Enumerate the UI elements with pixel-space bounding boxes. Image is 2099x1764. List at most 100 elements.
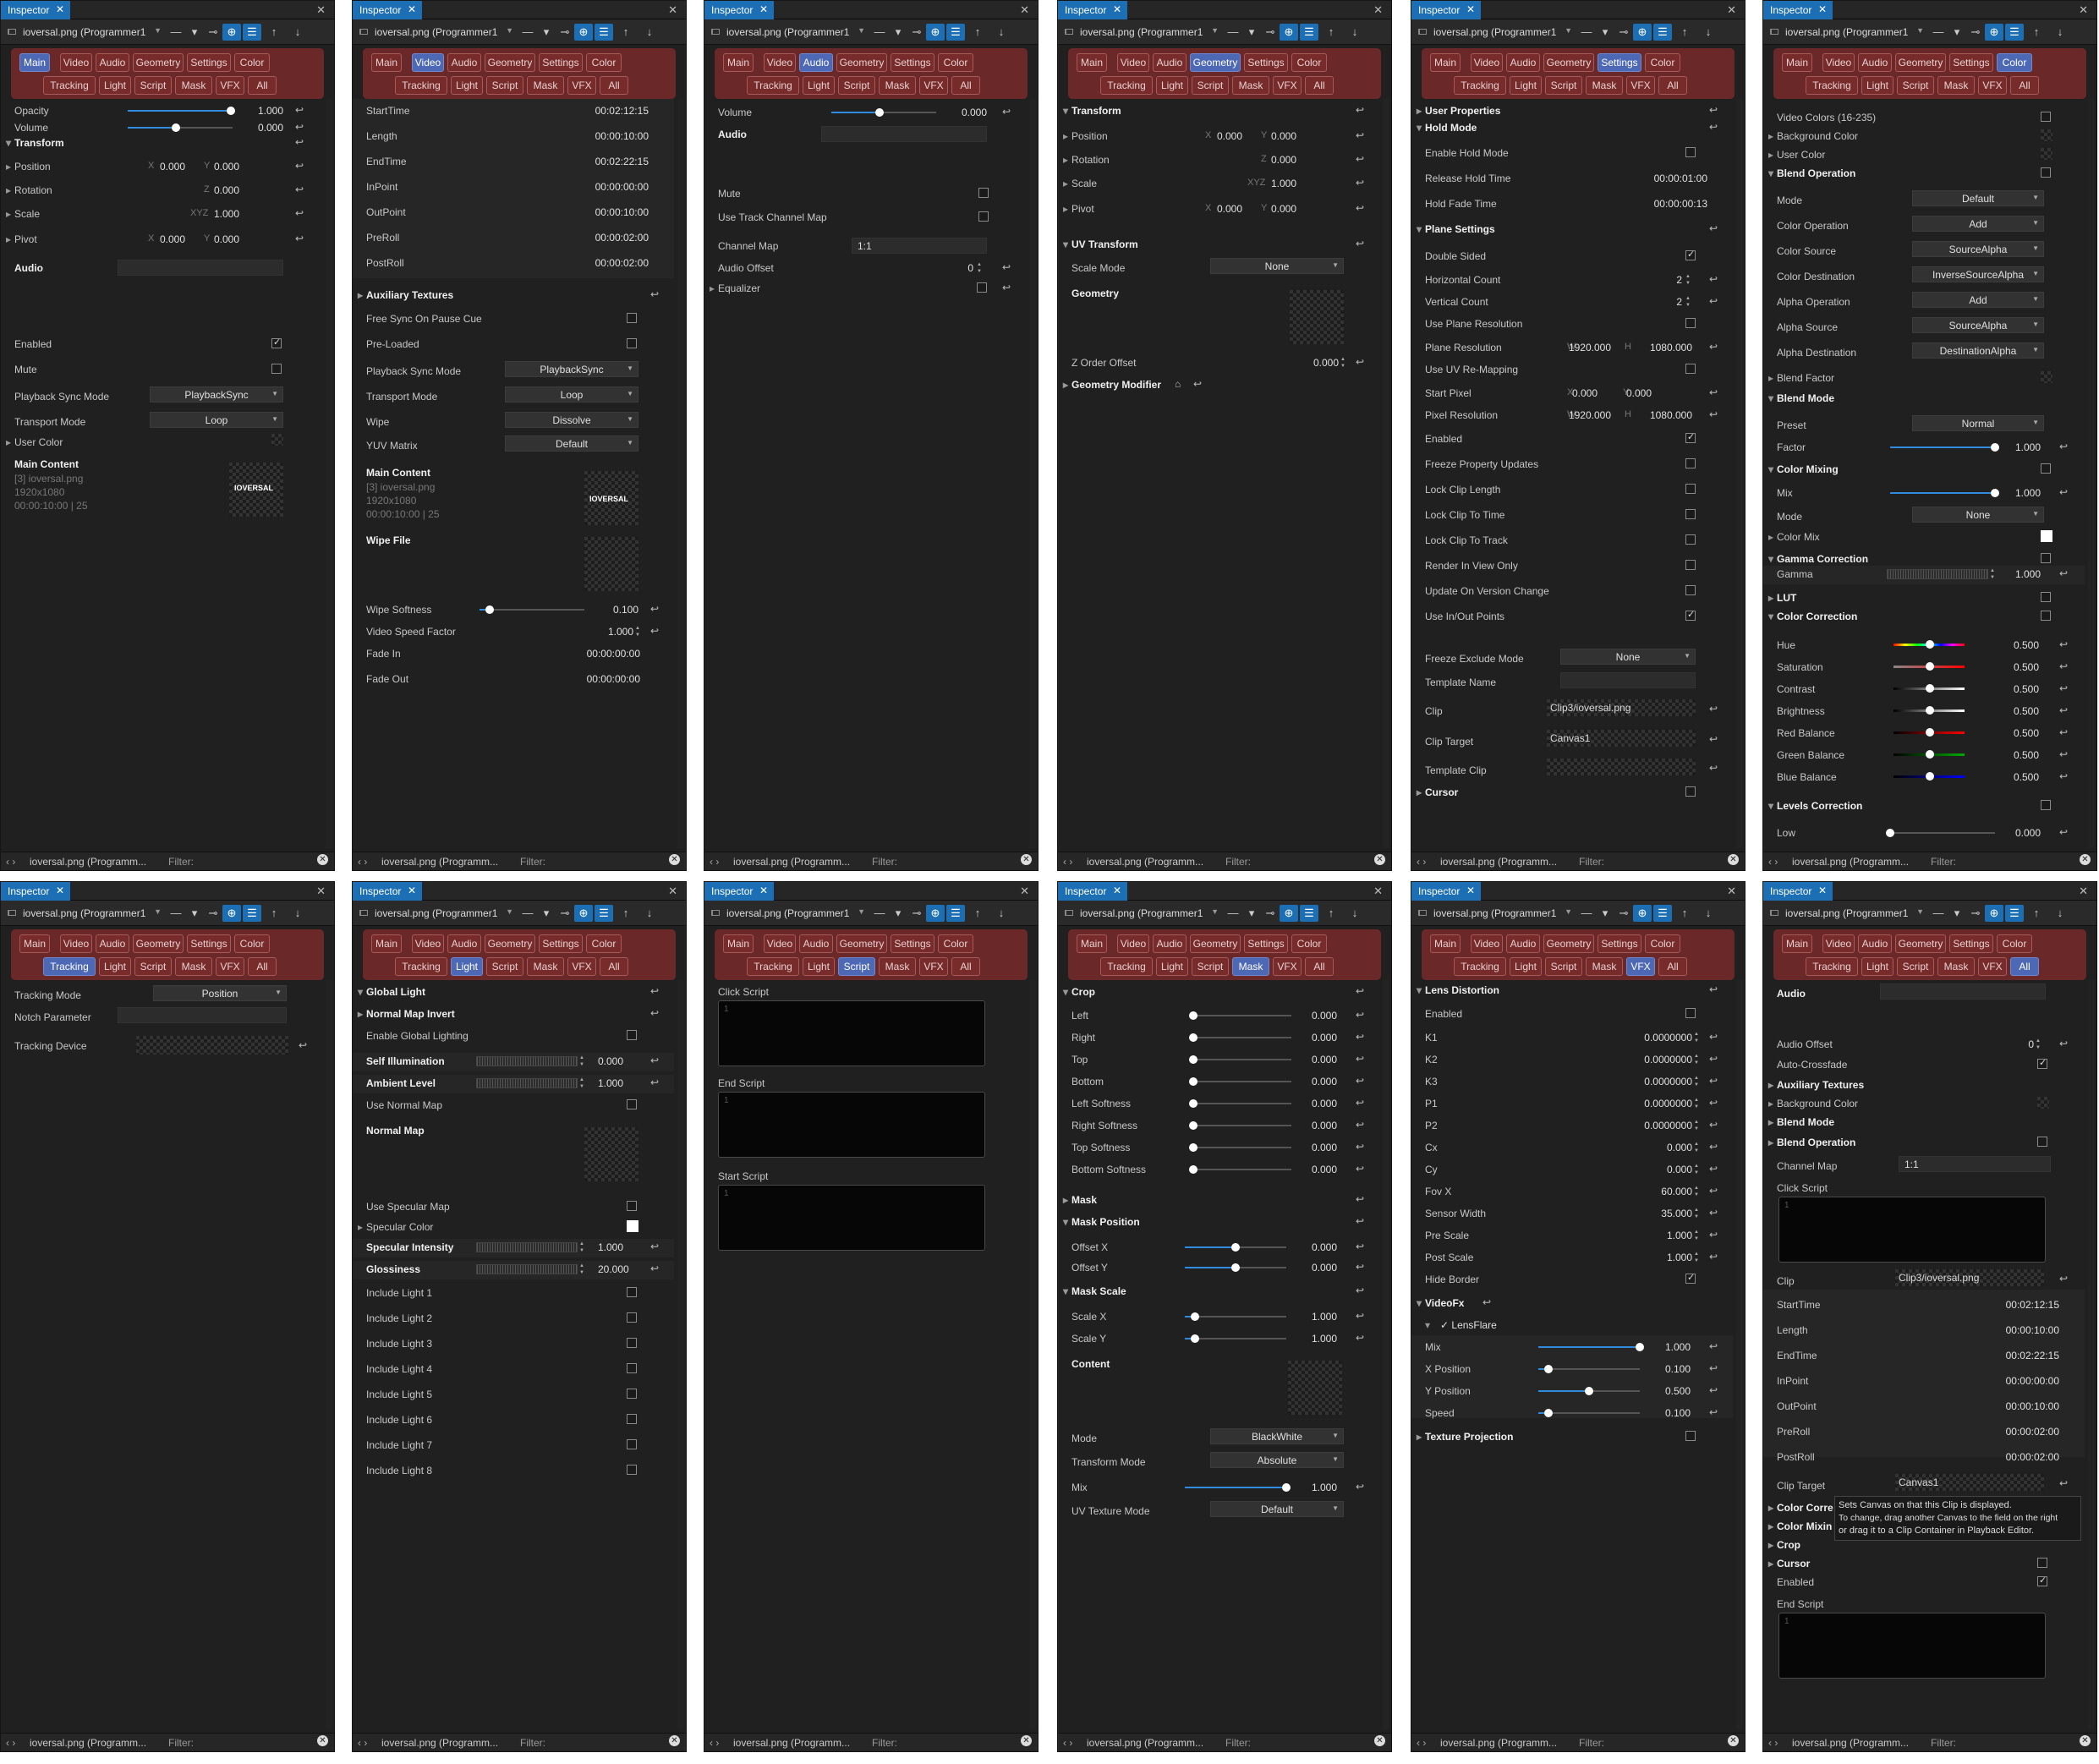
prop-value[interactable]: 0.000 xyxy=(1269,1098,1337,1109)
minus-icon[interactable]: — xyxy=(870,24,889,41)
tab-vfx[interactable]: VFX xyxy=(1626,957,1655,976)
prop-value[interactable]: 0.0000000 xyxy=(1606,1098,1692,1109)
prop-value[interactable]: 1.000 xyxy=(1970,568,2041,580)
target-icon[interactable]: ⊕ xyxy=(1280,905,1298,922)
chevron-down-icon[interactable]: ▾ xyxy=(185,905,204,922)
prop-value[interactable]: 00:00:02:00 xyxy=(1975,1426,2059,1438)
reset-icon[interactable]: ↩ xyxy=(1356,1163,1364,1175)
reset-icon[interactable]: ↩ xyxy=(1002,106,1011,118)
close-window-icon[interactable]: ✕ xyxy=(1727,885,1736,898)
prop-value[interactable]: 00:02:12:15 xyxy=(1975,1299,2059,1311)
tab-vfx[interactable]: VFX xyxy=(1978,76,2007,95)
tab-geometry[interactable]: Geometry xyxy=(1543,53,1594,72)
prop-value[interactable]: 00:02:22:15 xyxy=(1975,1350,2059,1361)
tab-video[interactable]: Video xyxy=(764,934,796,953)
dropdown[interactable]: None ▼ xyxy=(1560,649,1696,665)
caret-icon[interactable]: ▸ xyxy=(710,282,715,294)
clip-selector[interactable]: ioversal.png (Programmer1 ▼ xyxy=(726,24,867,41)
caret-icon[interactable]: ▾ xyxy=(6,137,11,149)
tab-tracking[interactable]: Tracking xyxy=(43,76,96,95)
close-tab-icon[interactable]: ✕ xyxy=(1113,3,1121,15)
close-tab-icon[interactable]: ✕ xyxy=(1818,3,1827,15)
tab-settings[interactable]: Settings xyxy=(1244,934,1288,953)
caret-icon[interactable]: ▾ xyxy=(1768,463,1773,475)
checkbox[interactable] xyxy=(1685,609,1696,621)
home-icon[interactable]: ⌂ xyxy=(1175,378,1181,390)
checkbox[interactable] xyxy=(2041,167,2051,178)
caret-icon[interactable]: ▸ xyxy=(1768,1558,1773,1570)
reset-icon[interactable]: ↩ xyxy=(650,625,659,637)
drag-value-bar[interactable] xyxy=(476,1056,578,1066)
tab-main[interactable]: Main xyxy=(1782,934,1812,953)
checkbox[interactable] xyxy=(1685,249,1696,260)
clear-filter-icon[interactable]: ✕ xyxy=(1021,1735,1032,1746)
tab-script[interactable]: Script xyxy=(1192,76,1229,95)
dropdown[interactable]: Loop ▼ xyxy=(505,386,638,403)
tab-audio[interactable]: Audio xyxy=(447,53,481,72)
close-window-icon[interactable]: ✕ xyxy=(316,3,326,17)
reset-icon[interactable]: ↩ xyxy=(1356,104,1364,116)
clear-filter-icon[interactable]: ✕ xyxy=(2080,854,2091,865)
slider-knob[interactable] xyxy=(1231,1243,1240,1252)
reset-icon[interactable]: ↩ xyxy=(2059,826,2068,838)
checkbox[interactable] xyxy=(1685,484,1696,494)
slider-knob[interactable] xyxy=(1189,1099,1197,1108)
prop-value[interactable]: 0.0000000 xyxy=(1606,1032,1692,1044)
status-clip-name[interactable]: ioversal.png (Programm... xyxy=(1792,1737,1909,1749)
caret-icon[interactable]: ▸ xyxy=(1768,1116,1773,1128)
close-window-icon[interactable]: ✕ xyxy=(1373,885,1383,898)
caret-icon[interactable]: ▸ xyxy=(1768,531,1773,543)
target-icon[interactable]: ⊕ xyxy=(1280,24,1298,41)
list-icon[interactable]: ☰ xyxy=(243,24,261,41)
reset-icon[interactable]: ↩ xyxy=(295,104,304,116)
slider-knob[interactable] xyxy=(1926,728,1934,737)
tab-color[interactable]: Color xyxy=(234,53,270,72)
tab-settings[interactable]: Settings xyxy=(187,934,231,953)
prop-value[interactable]: 0.000 xyxy=(1601,387,1652,399)
reset-icon[interactable]: ↩ xyxy=(650,1241,659,1252)
texture-preview[interactable] xyxy=(1547,759,1696,775)
prop-value[interactable]: 00:00:02:00 xyxy=(564,232,649,244)
clip-selector[interactable]: ioversal.png (Programmer1 ▼ xyxy=(1433,24,1574,41)
arrow-up-icon[interactable]: ↑ xyxy=(265,24,283,41)
reset-icon[interactable]: ↩ xyxy=(299,1039,307,1051)
prop-value[interactable]: 0.000 xyxy=(189,233,239,245)
prop-value[interactable]: 1.000 xyxy=(1606,1230,1692,1241)
reset-icon[interactable]: ↩ xyxy=(1356,1119,1364,1131)
chevron-down-icon[interactable]: ▾ xyxy=(537,24,556,41)
reset-icon[interactable]: ↩ xyxy=(2059,748,2068,760)
target-icon[interactable]: ⊕ xyxy=(574,24,593,41)
reset-icon[interactable]: ↩ xyxy=(295,184,304,195)
status-clip-name[interactable]: ioversal.png (Programm... xyxy=(1440,1737,1557,1749)
dropdown[interactable]: Add ▼ xyxy=(1912,216,2044,232)
clear-filter-icon[interactable]: ✕ xyxy=(1021,854,1032,865)
texture-preview[interactable] xyxy=(584,1127,638,1181)
dropdown[interactable]: InverseSourceAlpha ▼ xyxy=(1912,266,2044,282)
tab-light[interactable]: Light xyxy=(1861,76,1893,95)
close-tab-icon[interactable]: ✕ xyxy=(408,3,416,15)
close-tab-icon[interactable]: ✕ xyxy=(1466,3,1475,15)
prop-value[interactable]: 0.500 xyxy=(1975,749,2039,761)
tab-color[interactable]: Color xyxy=(1997,934,2032,953)
scrollbar[interactable] xyxy=(1383,99,1389,848)
checkbox[interactable] xyxy=(1685,1431,1696,1441)
target-icon[interactable]: ⊕ xyxy=(222,905,241,922)
arrow-up-icon[interactable]: ↑ xyxy=(2027,905,2046,922)
tab-color[interactable]: Color xyxy=(1997,53,2032,72)
prop-value[interactable]: 1.000 xyxy=(189,208,239,220)
color-swatch[interactable] xyxy=(627,1220,638,1232)
checkbox[interactable] xyxy=(978,188,989,198)
caret-icon[interactable]: ▸ xyxy=(1768,1079,1773,1091)
checkbox[interactable] xyxy=(2041,592,2051,602)
checkbox[interactable] xyxy=(627,1201,637,1211)
tab-light[interactable]: Light xyxy=(1156,76,1188,95)
caret-icon[interactable]: ▾ xyxy=(1063,1285,1068,1297)
dropdown[interactable]: Dissolve ▼ xyxy=(505,412,638,428)
spinner-icon[interactable]: ▲ ▼ xyxy=(1694,1163,1700,1176)
reset-icon[interactable]: ↩ xyxy=(650,1076,659,1088)
dropdown[interactable]: Default ▼ xyxy=(505,436,638,452)
tab-script[interactable]: Script xyxy=(1545,76,1582,95)
close-tab-icon[interactable]: ✕ xyxy=(759,885,768,896)
spinner-icon[interactable]: ▲ ▼ xyxy=(2036,1038,2041,1051)
clear-filter-icon[interactable]: ✕ xyxy=(2080,1735,2091,1746)
